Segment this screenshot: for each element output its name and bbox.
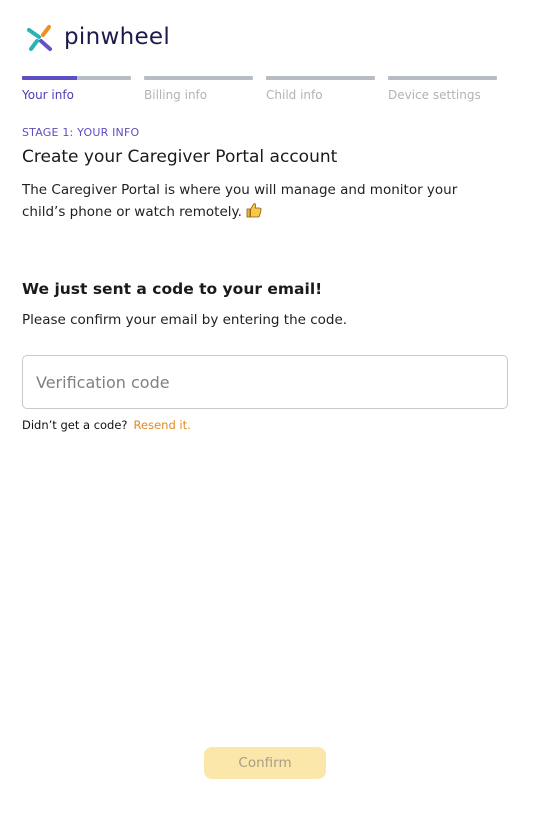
step-bar <box>144 76 253 80</box>
resend-link[interactable]: Resend it. <box>134 418 191 432</box>
code-subtext: Please confirm your email by entering th… <box>22 312 348 328</box>
step-bar <box>22 76 131 80</box>
step-label: Child info <box>266 88 323 102</box>
progress-stepper: Your info Billing info Child info Device… <box>22 76 510 102</box>
verification-code-input[interactable] <box>22 355 508 409</box>
pinwheel-logo[interactable]: pinwheel <box>26 24 170 54</box>
step-fill <box>22 76 77 80</box>
step-bar <box>266 76 375 80</box>
pinwheel-logo-icon <box>27 25 52 51</box>
thumbs-up-icon <box>246 202 262 225</box>
resend-row: Didn’t get a code? Resend it. <box>22 418 191 432</box>
brand-name: pinwheel <box>64 24 171 50</box>
step-label: Your info <box>22 88 74 102</box>
step-billing-info: Billing info <box>144 76 253 102</box>
step-label: Device settings <box>388 88 481 102</box>
stage-label: STAGE 1: YOUR INFO <box>22 126 140 139</box>
page-title: Create your Caregiver Portal account <box>22 147 338 167</box>
page-description: The Caregiver Portal is where you will m… <box>22 179 492 225</box>
description-text: The Caregiver Portal is where you will m… <box>22 182 458 220</box>
step-bar <box>388 76 497 80</box>
step-label: Billing info <box>144 88 208 102</box>
step-your-info: Your info <box>22 76 131 102</box>
resend-question: Didn’t get a code? <box>22 418 128 432</box>
step-device-settings: Device settings <box>388 76 497 102</box>
confirm-button[interactable]: Confirm <box>204 747 326 779</box>
step-child-info: Child info <box>266 76 375 102</box>
code-heading: We just sent a code to your email! <box>22 280 323 298</box>
